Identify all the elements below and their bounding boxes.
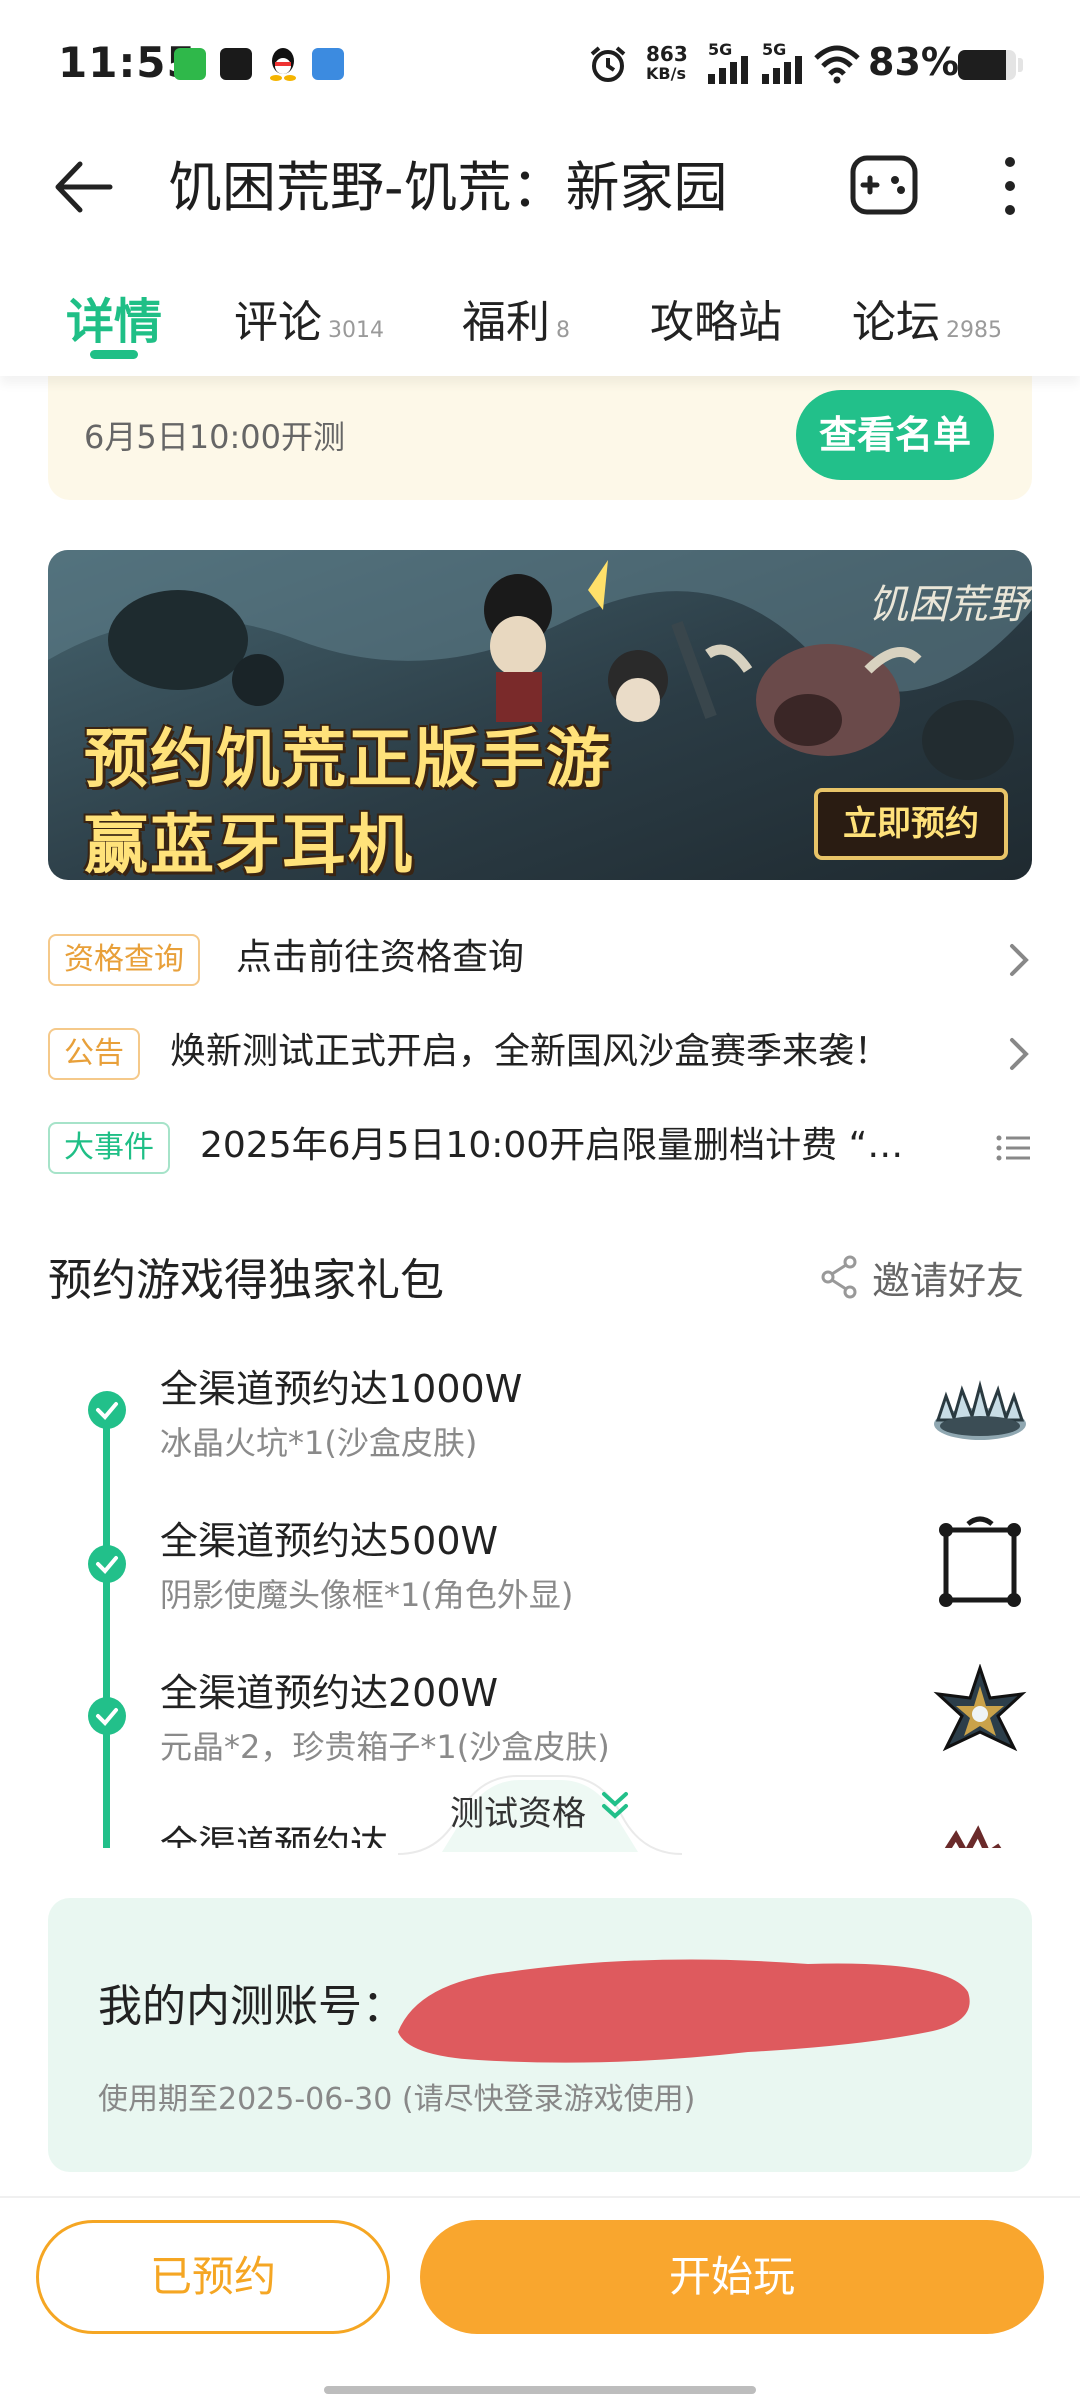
account-expiry-text: 使用期至2025-06-30 (请尽快登录游戏使用) [98, 2082, 696, 2117]
tag-qualification: 资格查询 [48, 934, 200, 986]
gamepad-icon[interactable] [848, 150, 920, 222]
tab-comments-label: 评论 [234, 297, 322, 348]
tab-comments[interactable]: 评论 3014 [234, 286, 384, 350]
shadow-avatar-frame-icon [939, 1516, 1021, 1607]
status-bar: 11:55 863 KB/s 5G 5G 83% [0, 0, 1080, 130]
start-play-button[interactable]: 开始玩 [420, 2220, 1044, 2334]
alarm-icon [590, 46, 626, 82]
wifi-icon [814, 45, 860, 84]
toutiao-icon [220, 48, 252, 80]
list-icon[interactable] [996, 1130, 1032, 1166]
tab-forum-label: 论坛 [852, 297, 940, 348]
announcement-text: 焕新测试正式开启，全新国风沙盒赛季来袭！ [170, 1031, 891, 1072]
crystal-star-icon [933, 1664, 1027, 1752]
more-vertical-icon[interactable] [990, 150, 1030, 222]
page-title: 饥困荒野-饥荒：新家园 [168, 156, 728, 219]
signal-icon-2 [762, 56, 802, 84]
milestone-reward: 冰晶火坑*1(沙盒皮肤) [160, 1424, 478, 1462]
ice-fire-pit-icon [934, 1380, 1026, 1440]
event-text: 2025年6月5日10:00开启限量删档计费 “… [200, 1125, 904, 1166]
account-redaction-mark [398, 1959, 970, 2063]
test-qualification-toggle[interactable]: 测试资格 [450, 1786, 586, 1835]
chevron-right-icon [1010, 944, 1029, 976]
promo-headline-1: 预约饥荒正版手游 [84, 723, 612, 797]
info-row-announcement[interactable]: 公告 焕新测试正式开启，全新国风沙盒赛季来袭！ [48, 1022, 1032, 1086]
test-date-banner: 6月5日10:00开测 查看名单 [48, 376, 1032, 500]
view-list-button[interactable]: 查看名单 [796, 390, 994, 480]
info-row-event[interactable]: 大事件 2025年6月5日10:00开启限量删档计费 “… [48, 1116, 1032, 1180]
tab-welfare-count: 8 [556, 318, 570, 343]
tab-welfare[interactable]: 福利 8 [462, 286, 570, 350]
share-icon [821, 1255, 857, 1299]
tab-comments-count: 3014 [328, 318, 384, 343]
info-row-qualification[interactable]: 资格查询 点击前往资格查询 [48, 928, 1032, 992]
tag-event: 大事件 [48, 1122, 170, 1174]
milestone-title: 全渠道预约达500W [160, 1519, 499, 1563]
milestone-reward: 阴影使魔头像框*1(角色外显) [160, 1576, 574, 1614]
signal-icon-1 [708, 56, 748, 84]
tab-bar: 详情 评论 3014 福利 8 攻略站 论坛 2985 [0, 268, 1080, 376]
tab-active-indicator [90, 350, 138, 359]
tab-welfare-label: 福利 [462, 297, 550, 348]
tab-forum-count: 2985 [946, 318, 1002, 343]
doc-scan-icon [312, 48, 344, 80]
check-icon [88, 1697, 126, 1735]
home-indicator[interactable] [324, 2386, 756, 2394]
tab-guide[interactable]: 攻略站 [650, 286, 782, 350]
milestone-title: 全渠道预约达200W [160, 1671, 499, 1715]
promo-banner[interactable]: 饥困荒野 预约饥荒正版手游 赢蓝牙耳机 立即预约 [48, 550, 1032, 880]
battery-level [958, 50, 1007, 80]
invite-friends-button[interactable]: 邀请好友 [820, 1248, 1032, 1308]
double-chevron-down-icon[interactable] [600, 1790, 630, 1822]
test-date-text: 6月5日10:00开测 [84, 418, 345, 456]
net-speed: 863 [646, 42, 688, 66]
milestone-title: 全渠道预约达1000W [160, 1367, 523, 1411]
check-icon [88, 1391, 126, 1429]
app-store-icon [174, 48, 206, 80]
battery-cap [1018, 58, 1023, 72]
gift-section-title: 预约游戏得独家礼包 [48, 1255, 444, 1306]
chevron-right-icon [1010, 1038, 1029, 1070]
tab-forum[interactable]: 论坛 2985 [852, 286, 1002, 350]
back-arrow-icon[interactable] [48, 152, 118, 222]
promo-headline-2: 赢蓝牙耳机 [84, 809, 414, 880]
tag-announcement: 公告 [48, 1028, 140, 1080]
milestone-timeline [103, 1398, 110, 1850]
tab-details-label: 详情 [66, 294, 163, 350]
game-logo: 饥困荒野 [868, 582, 1028, 628]
battery-percent: 83% [868, 40, 959, 84]
invite-friends-label: 邀请好友 [872, 1259, 1025, 1303]
beta-account-label: 我的内测账号： [98, 1981, 406, 2032]
bottom-divider [0, 2196, 1080, 2198]
reserve-now-button[interactable]: 立即预约 [814, 788, 1008, 860]
qualification-link-text: 点击前往资格查询 [236, 937, 525, 978]
reserved-button[interactable]: 已预约 [36, 2220, 390, 2334]
milestone-reward: 元晶*2，珍贵箱子*1(沙盒皮肤) [160, 1728, 610, 1766]
tab-details[interactable]: 详情 [66, 282, 162, 352]
check-icon [88, 1545, 126, 1583]
qq-icon [270, 48, 296, 81]
net-speed-unit: KB/s [646, 64, 686, 83]
beta-account-card: 我的内测账号： 使用期至2025-06-30 (请尽快登录游戏使用) [48, 1898, 1032, 2172]
tab-guide-label: 攻略站 [650, 297, 782, 348]
battery-icon [958, 50, 1016, 80]
